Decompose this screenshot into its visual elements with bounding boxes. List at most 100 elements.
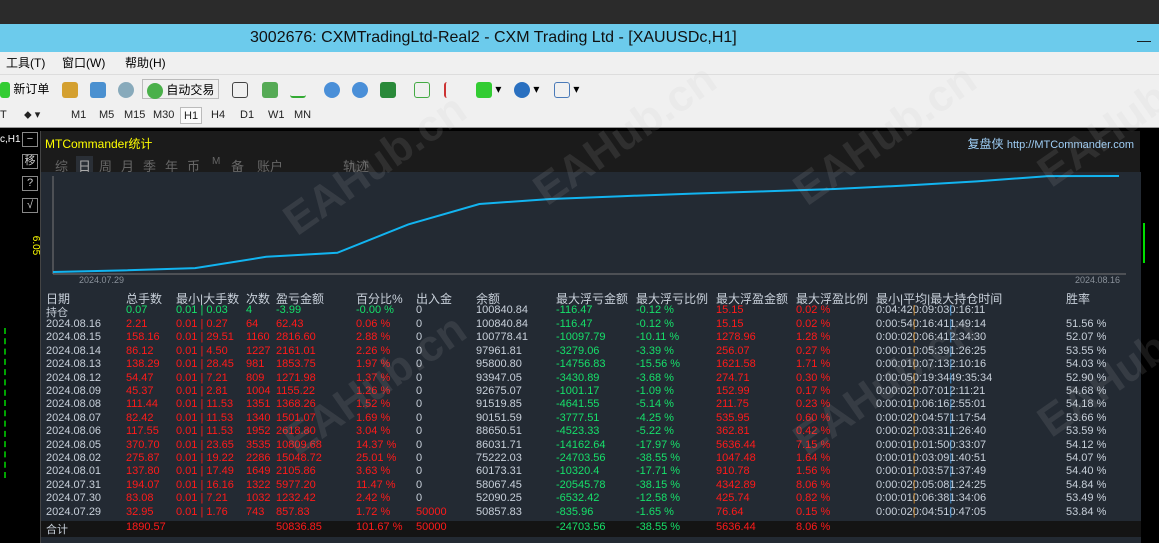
auto-trading-button[interactable]: 自动交易 (142, 79, 220, 99)
lots: 111.44 (126, 398, 159, 411)
win-rate: 54.07 % (1066, 452, 1107, 464)
periods-button[interactable]: ▾ (514, 79, 539, 99)
min-max-lots: 0.01 | 11.53 (176, 398, 234, 411)
count: 1649 (246, 465, 271, 478)
candles (4, 328, 34, 478)
move-panel-button[interactable]: 移 (22, 154, 38, 169)
count: 1322 (246, 478, 271, 491)
total-max-float-loss-pct: -38.55 % (636, 521, 681, 533)
pct: 1.37 % (356, 371, 391, 384)
menu-help[interactable]: 帮助(H) (125, 52, 166, 74)
zoom-out-button[interactable] (352, 79, 368, 99)
max-float-profit: 152.99 (716, 385, 750, 397)
objects-dropdown[interactable]: ⬥ ▾ (24, 107, 40, 124)
templates-button[interactable]: ▾ (554, 79, 579, 99)
table-header: 日期 总手数 最小|大手数 次数 盈亏金额 百分比% 出入金 余额 最大浮亏金额 最大浮亏比例 最大… (41, 290, 1141, 306)
min-max-lots: 0.01 | 1.76 (176, 505, 228, 518)
balance: 50857.83 (476, 505, 522, 518)
win-rate: 53.49 % (1066, 492, 1107, 505)
tab-m[interactable]: M (212, 156, 220, 167)
menu-tools[interactable]: 工具(T) (6, 52, 45, 74)
candle-chart-button[interactable] (262, 79, 278, 99)
balance: 97961.81 (476, 344, 522, 357)
navigator-icon (90, 81, 106, 98)
tf-m30[interactable]: M30 (153, 107, 174, 124)
tf-w1[interactable]: W1 (268, 107, 285, 124)
lots: 54.47 (126, 371, 154, 384)
signals-button[interactable] (118, 79, 134, 99)
tf-m15[interactable]: M15 (124, 107, 145, 124)
max-float-loss: -3279.06 (556, 344, 600, 357)
deposit: 0 (416, 425, 423, 438)
table-row: 2024.08.15 158.16 0.01 | 29.51 1160 2816.60 2… (41, 331, 1141, 344)
clock-icon (514, 81, 530, 98)
max-float-profit: 15.15 (716, 304, 744, 316)
win-rate: 54.68 % (1066, 385, 1107, 397)
hold-time: 0:00:02 | 0:04:57 | 1:17:54 (876, 411, 987, 424)
auto-scroll-icon (414, 81, 430, 98)
tf-m5[interactable]: M5 (99, 107, 114, 124)
tf-d1[interactable]: D1 (240, 107, 254, 124)
hold-time: 0:00:01 | 0:06:16 | 2:55:01 (876, 398, 987, 411)
equity-chart: 2024.07.29 2024.08.16 (41, 172, 1141, 289)
tf-h1[interactable]: H1 (180, 107, 203, 124)
hold-time: 0:00:05 | 0:19:34 | 49:35:34 (876, 371, 993, 384)
brand-link[interactable]: 复盘侠 http://MTCommander.com (967, 135, 1134, 152)
tile-windows-button[interactable] (380, 79, 396, 99)
bar-chart-button[interactable] (232, 79, 248, 99)
hold-time: 0:00:01 | 0:06:38 | 1:34:06 (876, 492, 987, 505)
balance: 60173.31 (476, 465, 522, 478)
max-float-loss: -10320.4 (556, 465, 600, 478)
auto-scroll-button[interactable] (414, 79, 430, 99)
equity-chart-svg (52, 175, 1126, 275)
zoom-in-button[interactable] (324, 79, 340, 99)
menu-window[interactable]: 窗口(W) (62, 52, 105, 74)
table-row: 2024.08.13 138.29 0.01 | 28.45 981 1853.75 1.… (41, 358, 1141, 371)
total-date: 合计 (46, 524, 68, 536)
pnl: 1853.75 (276, 358, 316, 371)
total-max-float-loss: -24703.56 (556, 521, 606, 533)
minimize-button[interactable]: — (1137, 26, 1151, 54)
chart-shift-button[interactable] (444, 79, 460, 99)
navigator-button[interactable] (90, 79, 106, 99)
chart-start-date: 2024.07.29 (79, 275, 125, 285)
win-rate: 54.84 % (1066, 478, 1107, 491)
max-float-profit-pct: 1.71 % (796, 358, 831, 371)
max-float-loss-pct: -5.14 % (636, 398, 674, 411)
min-max-lots: 0.01 | 19.22 (176, 452, 234, 464)
lots: 275.87 (126, 452, 160, 464)
min-max-lots: 0.01 | 16.16 (176, 478, 234, 491)
open-positions-row: 持仓 0.07 0.01 | 0.03 4 -3.99 -0.00 % 0 100840.84… (41, 304, 1141, 319)
line-chart-button[interactable] (290, 79, 306, 99)
new-order-button[interactable]: 新订单 (0, 79, 49, 99)
minimize-panel-button[interactable]: − (22, 132, 38, 147)
tf-mn[interactable]: MN (294, 107, 311, 124)
balance: 92675.07 (476, 385, 522, 397)
tf-h4[interactable]: H4 (211, 107, 225, 124)
text-tool-icon[interactable]: T (0, 107, 7, 124)
table-row: 2024.08.07 82.42 0.01 | 11.53 1340 1501.07 1.… (41, 412, 1141, 425)
pct: 1.69 % (356, 411, 391, 424)
confirm-button[interactable]: √ (22, 198, 38, 213)
total-deposit: 50000 (416, 521, 447, 533)
help-button[interactable]: ? (22, 176, 38, 191)
lots: 194.07 (126, 478, 160, 491)
line-chart-icon (290, 82, 306, 98)
hold-time: 0:00:02 | 0:05:08 | 1:24:25 (876, 478, 987, 491)
lots: 86.12 (126, 344, 154, 357)
hold-time: 0:00:54 | 0:16:41 | 1:49:14 (876, 318, 987, 330)
balance: 90151.59 (476, 411, 522, 424)
bar-chart-icon (232, 81, 248, 98)
timeframe-bar: T ⬥ ▾ M1 M5 M15 M30 H1 H4 D1 W1 MN (0, 102, 1159, 128)
max-float-profit: 76.64 (716, 505, 744, 518)
hold-time: 0:00:01 | 0:03:09 | 1:40:51 (876, 452, 987, 464)
min-max-lots: 0.01 | 23.65 (176, 438, 234, 451)
date: 2024.08.12 (46, 371, 102, 384)
balance: 52090.25 (476, 492, 522, 505)
tf-m1[interactable]: M1 (71, 107, 86, 124)
market-watch-button[interactable] (62, 79, 78, 99)
auto-trading-label: 自动交易 (166, 83, 215, 97)
balance: 95800.80 (476, 358, 522, 371)
indicators-button[interactable]: ▾ (476, 79, 501, 99)
pnl: 2161.01 (276, 344, 316, 357)
